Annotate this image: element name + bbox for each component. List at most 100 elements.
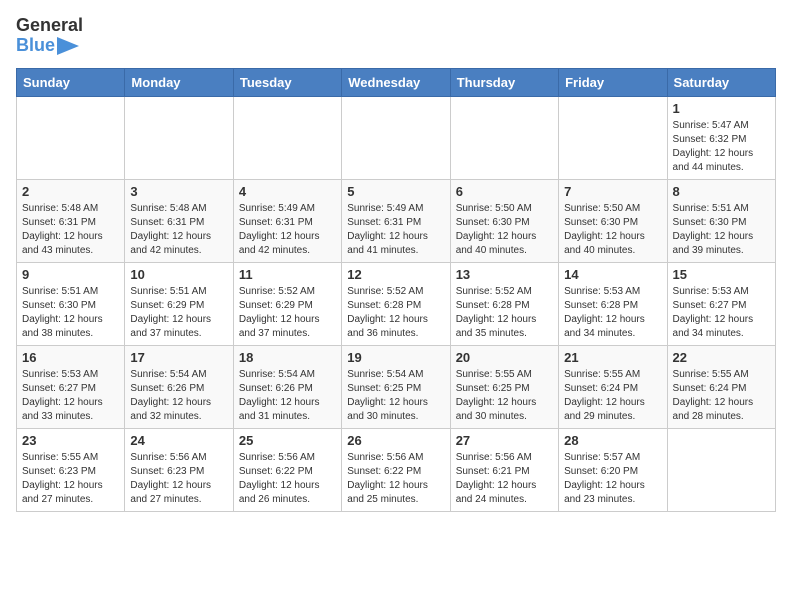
day-number: 12 — [347, 267, 444, 282]
day-number: 1 — [673, 101, 770, 116]
calendar-cell: 25 Sunrise: 5:56 AM Sunset: 6:22 PM Dayli… — [233, 428, 341, 511]
logo: General Blue — [16, 16, 83, 56]
calendar-cell: 5Sunrise: 5:49 AM Sunset: 6:31 PM Daylig… — [342, 179, 450, 262]
day-number: 16 — [22, 350, 119, 365]
day-info: Sunrise: 5:54 AM Sunset: 6:26 PM Dayligh… — [130, 368, 227, 424]
day-info: Sunrise: 5:55 AM Sunset: 6:24 PM Dayligh… — [564, 368, 661, 424]
day-info: Sunrise: 5:47 AM Sunset: 6:32 PM Dayligh… — [673, 119, 770, 175]
day-number: 18 — [239, 350, 336, 365]
calendar-cell: 8 Sunrise: 5:51 AM Sunset: 6:30 PM Daylig… — [667, 179, 775, 262]
calendar-cell — [233, 96, 341, 179]
calendar-cell: 19 Sunrise: 5:54 AM Sunset: 6:25 PM Dayli… — [342, 345, 450, 428]
day-info: Sunrise: 5:51 AM Sunset: 6:30 PM Dayligh… — [673, 202, 770, 258]
day-info: Sunrise: 5:54 AM Sunset: 6:26 PM Dayligh… — [239, 368, 336, 424]
weekday-header: Monday — [125, 68, 233, 96]
calendar-cell: 21 Sunrise: 5:55 AM Sunset: 6:24 PM Dayli… — [559, 345, 667, 428]
calendar-week-row: 23 Sunrise: 5:55 AM Sunset: 6:23 PM Dayli… — [17, 428, 776, 511]
day-info: Sunrise: 5:51 AM Sunset: 6:30 PM Dayligh… — [22, 285, 119, 341]
day-number: 26 — [347, 433, 444, 448]
calendar-cell: 28 Sunrise: 5:57 AM Sunset: 6:20 PM Dayli… — [559, 428, 667, 511]
day-number: 8 — [673, 184, 770, 199]
calendar-cell: 14 Sunrise: 5:53 AM Sunset: 6:28 PM Dayli… — [559, 262, 667, 345]
weekday-header: Thursday — [450, 68, 558, 96]
calendar-cell: 11Sunrise: 5:52 AM Sunset: 6:29 PM Dayli… — [233, 262, 341, 345]
day-number: 10 — [130, 267, 227, 282]
logo-blue: Blue — [16, 36, 55, 56]
logo-container: General Blue — [16, 16, 83, 56]
day-number: 13 — [456, 267, 553, 282]
day-info: Sunrise: 5:57 AM Sunset: 6:20 PM Dayligh… — [564, 451, 661, 507]
day-info: Sunrise: 5:56 AM Sunset: 6:22 PM Dayligh… — [239, 451, 336, 507]
calendar-cell — [125, 96, 233, 179]
day-number: 25 — [239, 433, 336, 448]
day-number: 21 — [564, 350, 661, 365]
calendar-cell: 15Sunrise: 5:53 AM Sunset: 6:27 PM Dayli… — [667, 262, 775, 345]
calendar-table: SundayMondayTuesdayWednesdayThursdayFrid… — [16, 68, 776, 512]
weekday-header: Sunday — [17, 68, 125, 96]
day-info: Sunrise: 5:49 AM Sunset: 6:31 PM Dayligh… — [239, 202, 336, 258]
day-info: Sunrise: 5:53 AM Sunset: 6:27 PM Dayligh… — [22, 368, 119, 424]
calendar-cell: 7 Sunrise: 5:50 AM Sunset: 6:30 PM Daylig… — [559, 179, 667, 262]
day-number: 17 — [130, 350, 227, 365]
calendar-cell: 24 Sunrise: 5:56 AM Sunset: 6:23 PM Dayli… — [125, 428, 233, 511]
calendar-cell — [342, 96, 450, 179]
calendar-cell: 17 Sunrise: 5:54 AM Sunset: 6:26 PM Dayli… — [125, 345, 233, 428]
calendar-cell: 12Sunrise: 5:52 AM Sunset: 6:28 PM Dayli… — [342, 262, 450, 345]
weekday-header: Tuesday — [233, 68, 341, 96]
calendar-cell: 27 Sunrise: 5:56 AM Sunset: 6:21 PM Dayli… — [450, 428, 558, 511]
calendar-week-row: 9 Sunrise: 5:51 AM Sunset: 6:30 PM Daylig… — [17, 262, 776, 345]
calendar-cell: 22 Sunrise: 5:55 AM Sunset: 6:24 PM Dayli… — [667, 345, 775, 428]
calendar-cell: 3Sunrise: 5:48 AM Sunset: 6:31 PM Daylig… — [125, 179, 233, 262]
calendar-cell: 9 Sunrise: 5:51 AM Sunset: 6:30 PM Daylig… — [17, 262, 125, 345]
day-number: 27 — [456, 433, 553, 448]
day-info: Sunrise: 5:55 AM Sunset: 6:25 PM Dayligh… — [456, 368, 553, 424]
day-info: Sunrise: 5:55 AM Sunset: 6:24 PM Dayligh… — [673, 368, 770, 424]
day-number: 3 — [130, 184, 227, 199]
calendar-cell: 6 Sunrise: 5:50 AM Sunset: 6:30 PM Daylig… — [450, 179, 558, 262]
calendar-cell — [559, 96, 667, 179]
day-number: 2 — [22, 184, 119, 199]
day-number: 6 — [456, 184, 553, 199]
day-info: Sunrise: 5:49 AM Sunset: 6:31 PM Dayligh… — [347, 202, 444, 258]
calendar-week-row: 2Sunrise: 5:48 AM Sunset: 6:31 PM Daylig… — [17, 179, 776, 262]
day-number: 24 — [130, 433, 227, 448]
day-number: 28 — [564, 433, 661, 448]
day-info: Sunrise: 5:55 AM Sunset: 6:23 PM Dayligh… — [22, 451, 119, 507]
day-info: Sunrise: 5:56 AM Sunset: 6:21 PM Dayligh… — [456, 451, 553, 507]
calendar-cell: 13 Sunrise: 5:52 AM Sunset: 6:28 PM Dayli… — [450, 262, 558, 345]
day-info: Sunrise: 5:54 AM Sunset: 6:25 PM Dayligh… — [347, 368, 444, 424]
calendar-body: 1 Sunrise: 5:47 AM Sunset: 6:32 PM Daylig… — [17, 96, 776, 511]
day-number: 14 — [564, 267, 661, 282]
day-number: 22 — [673, 350, 770, 365]
calendar-cell — [450, 96, 558, 179]
page-header: General Blue — [16, 16, 776, 56]
day-info: Sunrise: 5:50 AM Sunset: 6:30 PM Dayligh… — [564, 202, 661, 258]
weekday-header: Friday — [559, 68, 667, 96]
weekday-header: Saturday — [667, 68, 775, 96]
calendar-week-row: 16 Sunrise: 5:53 AM Sunset: 6:27 PM Dayli… — [17, 345, 776, 428]
day-number: 7 — [564, 184, 661, 199]
calendar-cell: 18 Sunrise: 5:54 AM Sunset: 6:26 PM Dayli… — [233, 345, 341, 428]
logo-flag-icon — [57, 37, 79, 55]
calendar-cell: 20Sunrise: 5:55 AM Sunset: 6:25 PM Dayli… — [450, 345, 558, 428]
day-number: 9 — [22, 267, 119, 282]
day-number: 4 — [239, 184, 336, 199]
day-info: Sunrise: 5:52 AM Sunset: 6:29 PM Dayligh… — [239, 285, 336, 341]
calendar-header: SundayMondayTuesdayWednesdayThursdayFrid… — [17, 68, 776, 96]
calendar-cell: 23 Sunrise: 5:55 AM Sunset: 6:23 PM Dayli… — [17, 428, 125, 511]
day-number: 19 — [347, 350, 444, 365]
calendar-cell — [667, 428, 775, 511]
day-info: Sunrise: 5:52 AM Sunset: 6:28 PM Dayligh… — [456, 285, 553, 341]
weekday-header: Wednesday — [342, 68, 450, 96]
calendar-cell: 4 Sunrise: 5:49 AM Sunset: 6:31 PM Daylig… — [233, 179, 341, 262]
day-info: Sunrise: 5:51 AM Sunset: 6:29 PM Dayligh… — [130, 285, 227, 341]
day-info: Sunrise: 5:50 AM Sunset: 6:30 PM Dayligh… — [456, 202, 553, 258]
day-number: 23 — [22, 433, 119, 448]
calendar-cell: 2Sunrise: 5:48 AM Sunset: 6:31 PM Daylig… — [17, 179, 125, 262]
calendar-cell — [17, 96, 125, 179]
day-info: Sunrise: 5:56 AM Sunset: 6:22 PM Dayligh… — [347, 451, 444, 507]
calendar-cell: 16 Sunrise: 5:53 AM Sunset: 6:27 PM Dayli… — [17, 345, 125, 428]
day-info: Sunrise: 5:53 AM Sunset: 6:28 PM Dayligh… — [564, 285, 661, 341]
day-info: Sunrise: 5:56 AM Sunset: 6:23 PM Dayligh… — [130, 451, 227, 507]
weekday-row: SundayMondayTuesdayWednesdayThursdayFrid… — [17, 68, 776, 96]
